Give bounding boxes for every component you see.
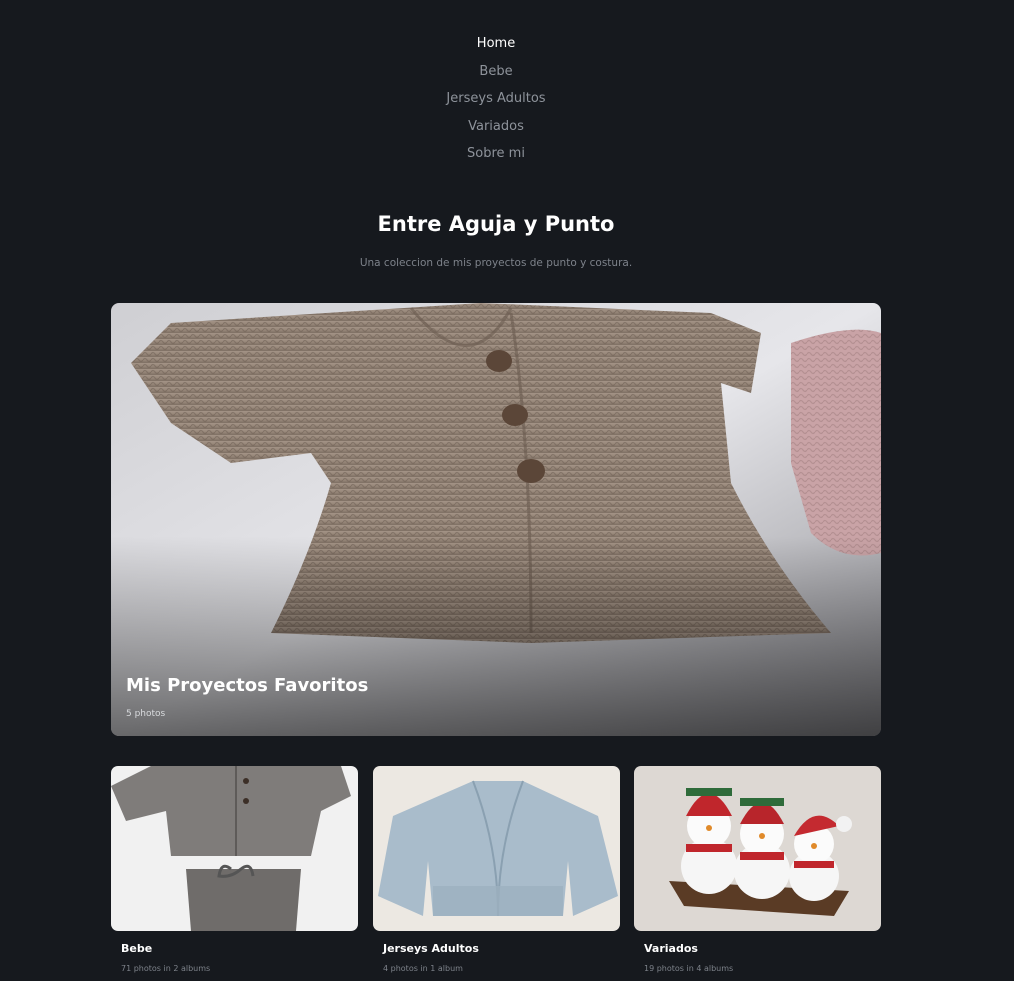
featured-album-card[interactable]: Mis Proyectos Favoritos 5 photos	[111, 303, 881, 736]
album-cover-image-jerseys-adultos	[373, 766, 620, 931]
album-cover-image-bebe	[111, 766, 358, 931]
nav-item-home[interactable]: Home	[477, 30, 515, 58]
site-title: Entre Aguja y Punto	[377, 212, 615, 236]
site-tagline: Una coleccion de mis proyectos de punto …	[359, 257, 633, 269]
album-count: 4 photos in 1 album	[383, 964, 463, 973]
album-cover-image-variados	[634, 766, 881, 931]
main-navigation: Home Bebe Jerseys Adultos Variados Sobre…	[0, 30, 992, 168]
album-thumbnail	[634, 766, 881, 931]
album-title: Bebe	[121, 942, 153, 955]
featured-album-title: Mis Proyectos Favoritos	[126, 675, 369, 696]
album-card-variados[interactable]: Variados 19 photos in 4 albums	[634, 766, 881, 975]
gallery-page: Home Bebe Jerseys Adultos Variados Sobre…	[0, 0, 1014, 981]
nav-item-variados[interactable]: Variados	[468, 113, 524, 141]
album-thumbnail	[111, 766, 358, 931]
nav-item-bebe[interactable]: Bebe	[479, 58, 512, 86]
nav-item-sobre-mi[interactable]: Sobre mi	[467, 140, 525, 168]
featured-caption-overlay	[111, 536, 881, 736]
nav-item-jerseys-adultos[interactable]: Jerseys Adultos	[446, 85, 545, 113]
featured-album-count: 5 photos	[126, 709, 166, 719]
album-title: Jerseys Adultos	[383, 942, 479, 955]
album-card-bebe[interactable]: Bebe 71 photos in 2 albums	[111, 766, 358, 975]
album-card-jerseys-adultos[interactable]: Jerseys Adultos 4 photos in 1 album	[373, 766, 620, 975]
album-count: 19 photos in 4 albums	[644, 964, 734, 973]
album-title: Variados	[644, 942, 698, 955]
album-thumbnail	[373, 766, 620, 931]
album-count: 71 photos in 2 albums	[121, 964, 211, 973]
